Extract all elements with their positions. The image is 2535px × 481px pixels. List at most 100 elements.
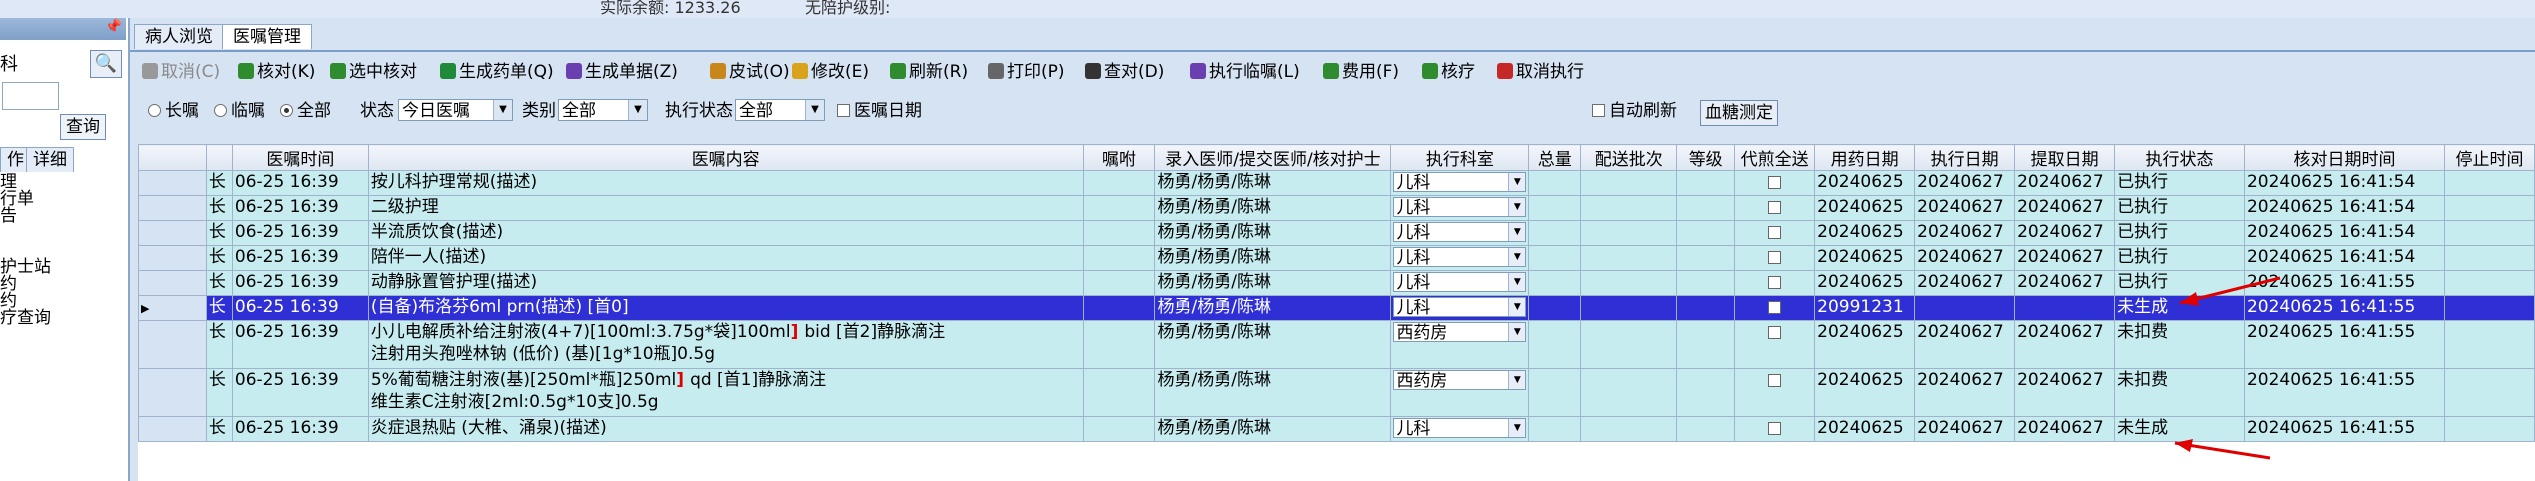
- toolbar-button-10[interactable]: 执行临嘱(L): [1190, 58, 1300, 86]
- exec-dept-cell[interactable]: 儿科 ▼: [1390, 416, 1530, 442]
- order-content-cell: (自备)布洛芬6ml prn(描述) [首0]: [367, 295, 1084, 321]
- decoction-checkbox[interactable]: [1768, 176, 1782, 189]
- exec-status-cell: 未生成: [2114, 295, 2245, 321]
- column-header[interactable]: 医嘱时间: [231, 144, 369, 171]
- radio-temp-order[interactable]: 临嘱: [214, 98, 265, 124]
- column-header[interactable]: 执行科室: [1390, 144, 1530, 171]
- query-button[interactable]: 查询: [60, 114, 106, 140]
- decoction-checkbox[interactable]: [1768, 201, 1782, 214]
- column-header[interactable]: 核对日期时间: [2243, 144, 2445, 171]
- category-select[interactable]: 全部 ▼: [558, 99, 648, 121]
- table-row[interactable]: ▶ 长 06-25 16:39 (自备)布洛芬6ml prn(描述) [首0] 杨勇/杨…: [138, 295, 2535, 321]
- toolbar-button-7[interactable]: 刷新(R): [890, 58, 968, 86]
- exec-dept-cell[interactable]: 儿科 ▼: [1390, 245, 1530, 271]
- doctors-cell: 杨勇/杨勇/陈琳: [1154, 368, 1392, 417]
- exec-dept-cell[interactable]: 儿科 ▼: [1390, 295, 1530, 321]
- pin-icon[interactable]: 📌: [105, 19, 122, 35]
- gear-icon: [1190, 63, 1206, 79]
- radio-all[interactable]: 全部: [280, 98, 331, 124]
- exec-dept-cell[interactable]: 西药房 ▼: [1390, 320, 1530, 369]
- exec-dept-cell[interactable]: 儿科 ▼: [1390, 220, 1530, 246]
- column-header[interactable]: 提取日期: [2014, 144, 2116, 171]
- exec-dept-cell[interactable]: 儿科 ▼: [1390, 195, 1530, 221]
- table-row[interactable]: 长 06-25 16:39 5%葡萄糖注射液(基)[250ml*瓶]250ml] qd…: [138, 368, 2535, 417]
- decoction-checkbox[interactable]: [1768, 276, 1782, 289]
- doctors-cell: 杨勇/杨勇/陈琳: [1154, 220, 1392, 246]
- column-header[interactable]: 配送批次: [1580, 144, 1678, 171]
- column-header[interactable]: 用药日期: [1814, 144, 1916, 171]
- exec-dept-select[interactable]: 儿科 ▼: [1393, 272, 1527, 293]
- exec-dept-cell[interactable]: 儿科 ▼: [1390, 270, 1530, 296]
- tab-order-management[interactable]: 医嘱管理: [222, 24, 312, 49]
- exec-dept-select[interactable]: 儿科 ▼: [1393, 172, 1527, 193]
- left-nav-item[interactable]: 约: [0, 276, 126, 293]
- exec-dept-select[interactable]: 儿科 ▼: [1393, 418, 1527, 439]
- column-header[interactable]: 医嘱内容: [367, 144, 1084, 171]
- column-header[interactable]: 录入医师/提交医师/核对护士: [1154, 144, 1392, 171]
- toolbar-button-3[interactable]: 生成药单(Q): [440, 58, 554, 86]
- toolbar-button-9[interactable]: 查对(D): [1085, 58, 1164, 86]
- column-header[interactable]: 执行日期: [1914, 144, 2016, 171]
- left-row-label: 科: [0, 54, 18, 75]
- left-search-input[interactable]: [2, 82, 59, 110]
- table-row[interactable]: 长 06-25 16:39 半流质饮食(描述) 杨勇/杨勇/陈琳 儿科 ▼ 20240625…: [138, 220, 2535, 246]
- left-nav-item[interactable]: [0, 225, 126, 242]
- table-row[interactable]: 长 06-25 16:39 二级护理 杨勇/杨勇/陈琳 儿科 ▼ 20240625 20240…: [138, 195, 2535, 221]
- toolbar-button-label: 取消执行: [1516, 62, 1584, 82]
- exec-dept-select[interactable]: 儿科 ▼: [1393, 222, 1527, 243]
- exec-dept-select[interactable]: 儿科 ▼: [1393, 297, 1527, 318]
- toolbar-button-11[interactable]: 费用(F): [1323, 58, 1399, 86]
- order-date-toggle[interactable]: 医嘱日期: [837, 98, 922, 124]
- left-tab-detail[interactable]: 详细: [26, 147, 74, 172]
- left-nav-item[interactable]: 护士站: [0, 259, 126, 276]
- toolbar-button-12[interactable]: 核疗: [1422, 58, 1475, 86]
- status-select[interactable]: 今日医嘱 ▼: [398, 99, 513, 121]
- column-header[interactable]: 嘱咐: [1082, 144, 1156, 171]
- toolbar-button-1[interactable]: 核对(K): [238, 58, 315, 86]
- table-row[interactable]: 长 06-25 16:39 陪伴一人(描述) 杨勇/杨勇/陈琳 儿科 ▼ 20240625 2…: [138, 245, 2535, 271]
- tab-patient-browse[interactable]: 病人浏览: [134, 24, 224, 49]
- toolbar-button-6[interactable]: 修改(E): [792, 58, 869, 86]
- left-nav-item[interactable]: 疗查询: [0, 310, 126, 327]
- total-cell: [1528, 295, 1582, 321]
- column-header[interactable]: [138, 144, 207, 171]
- column-header[interactable]: 执行状态: [2114, 144, 2245, 171]
- exec-dept-select[interactable]: 西药房 ▼: [1393, 370, 1527, 391]
- exec-dept-select[interactable]: 儿科 ▼: [1393, 197, 1527, 218]
- column-header[interactable]: 等级: [1676, 144, 1736, 171]
- column-header[interactable]: 总量: [1528, 144, 1582, 171]
- decoction-checkbox[interactable]: [1768, 326, 1782, 339]
- check-time-cell: 20240625 16:41:55: [2243, 320, 2445, 369]
- left-nav-item[interactable]: 告: [0, 208, 126, 225]
- toolbar-button-2[interactable]: 选中核对: [330, 58, 417, 86]
- table-row[interactable]: 长 06-25 16:39 炎症退热贴 (大椎、涌泉)(描述) 杨勇/杨勇/陈琳 儿科 ▼…: [138, 416, 2535, 442]
- radio-long-order[interactable]: 长嘱: [148, 98, 199, 124]
- search-icon[interactable]: 🔍: [90, 50, 122, 78]
- exec-dept-cell[interactable]: 儿科 ▼: [1390, 170, 1530, 196]
- toolbar-button-8[interactable]: 打印(P): [988, 58, 1065, 86]
- toolbar-button-13[interactable]: 取消执行: [1497, 58, 1584, 86]
- row-indicator: [138, 220, 207, 246]
- column-header[interactable]: 代煎全送: [1734, 144, 1816, 171]
- toolbar-button-5[interactable]: 皮试(O): [710, 58, 790, 86]
- table-row[interactable]: 长 06-25 16:39 动静脉置管护理(描述) 杨勇/杨勇/陈琳 儿科 ▼ 202406…: [138, 270, 2535, 296]
- decoction-checkbox[interactable]: [1768, 422, 1782, 435]
- left-nav-item[interactable]: 行单: [0, 191, 126, 208]
- decoction-checkbox[interactable]: [1768, 374, 1782, 387]
- exec-status-select[interactable]: 全部 ▼: [735, 99, 825, 121]
- table-row[interactable]: 长 06-25 16:39 按儿科护理常规(描述) 杨勇/杨勇/陈琳 儿科 ▼ 202406…: [138, 170, 2535, 196]
- auto-refresh-toggle[interactable]: 自动刷新: [1592, 98, 1677, 124]
- column-header[interactable]: [205, 144, 233, 171]
- check-time-cell: 20240625 16:41:55: [2243, 295, 2445, 321]
- toolbar-button-0[interactable]: 取消(C): [142, 58, 220, 86]
- toolbar-button-4[interactable]: 生成单据(Z): [566, 58, 678, 86]
- table-row[interactable]: 长 06-25 16:39 小儿电解质补给注射液(4+7)[100ml:3.75g*…: [138, 320, 2535, 369]
- exec-dept-select[interactable]: 西药房 ▼: [1393, 322, 1527, 343]
- exec-dept-select[interactable]: 儿科 ▼: [1393, 247, 1527, 268]
- decoction-checkbox[interactable]: [1768, 251, 1782, 264]
- decoction-checkbox[interactable]: [1768, 226, 1782, 239]
- blood-sugar-button[interactable]: 血糖测定: [1700, 100, 1778, 126]
- exec-dept-cell[interactable]: 西药房 ▼: [1390, 368, 1530, 417]
- column-header[interactable]: 停止时间: [2443, 144, 2535, 171]
- decoction-checkbox[interactable]: [1768, 301, 1782, 314]
